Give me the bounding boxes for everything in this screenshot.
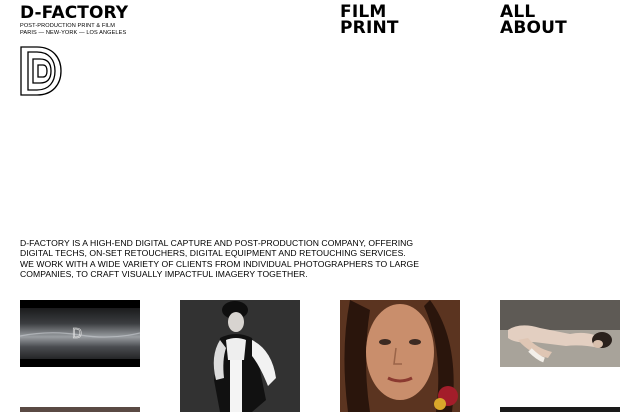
reclining-figure-thumbnail-icon — [500, 300, 620, 367]
nav-group-media: FILM PRINT — [340, 4, 399, 37]
gallery-item-closeup-portrait[interactable] — [340, 300, 460, 412]
nav-print-link[interactable]: PRINT — [340, 20, 399, 37]
gallery-item-row2-first[interactable] — [20, 407, 140, 412]
gallery-item-film-still[interactable]: D — [20, 300, 140, 367]
nav-group-site: ALL ABOUT — [500, 4, 567, 37]
nav-about-link[interactable]: ABOUT — [500, 20, 567, 37]
gallery-item-reclining-figure[interactable] — [500, 300, 620, 367]
brand-tagline: POST-PRODUCTION PRINT & FILM — [20, 23, 116, 29]
brand-name-link[interactable]: D-FACTORY — [20, 4, 128, 23]
intro-paragraph: D-FACTORY IS A HIGH-END DIGITAL CAPTURE … — [20, 238, 480, 280]
gallery-item-row2-fourth[interactable] — [500, 407, 620, 412]
closeup-portrait-thumbnail-icon — [340, 300, 460, 412]
brand-cities: PARIS — NEW-YORK — LOS ANGELES — [20, 30, 127, 36]
portrait-photo-thumbnail-icon — [180, 300, 300, 412]
d-factory-logo-icon[interactable] — [20, 46, 62, 96]
intro-line: D-FACTORY IS A HIGH-END DIGITAL CAPTURE … — [20, 238, 414, 248]
gallery-item-bw-portrait[interactable] — [180, 300, 300, 412]
svg-text:D: D — [72, 327, 82, 342]
brand-block: D-FACTORY POST-PRODUCTION PRINT & FILM P… — [20, 4, 128, 37]
intro-line: WE WORK WITH A WIDE VARIETY OF CLIENTS F… — [20, 258, 420, 269]
film-reel-thumbnail-icon: D — [20, 300, 140, 367]
intro-line: COMPANIES, TO CRAFT VISUALLY IMPACTFUL I… — [20, 269, 308, 280]
intro-line: DIGITAL TECHS, ON-SET RETOUCHERS, DIGITA… — [20, 248, 406, 259]
